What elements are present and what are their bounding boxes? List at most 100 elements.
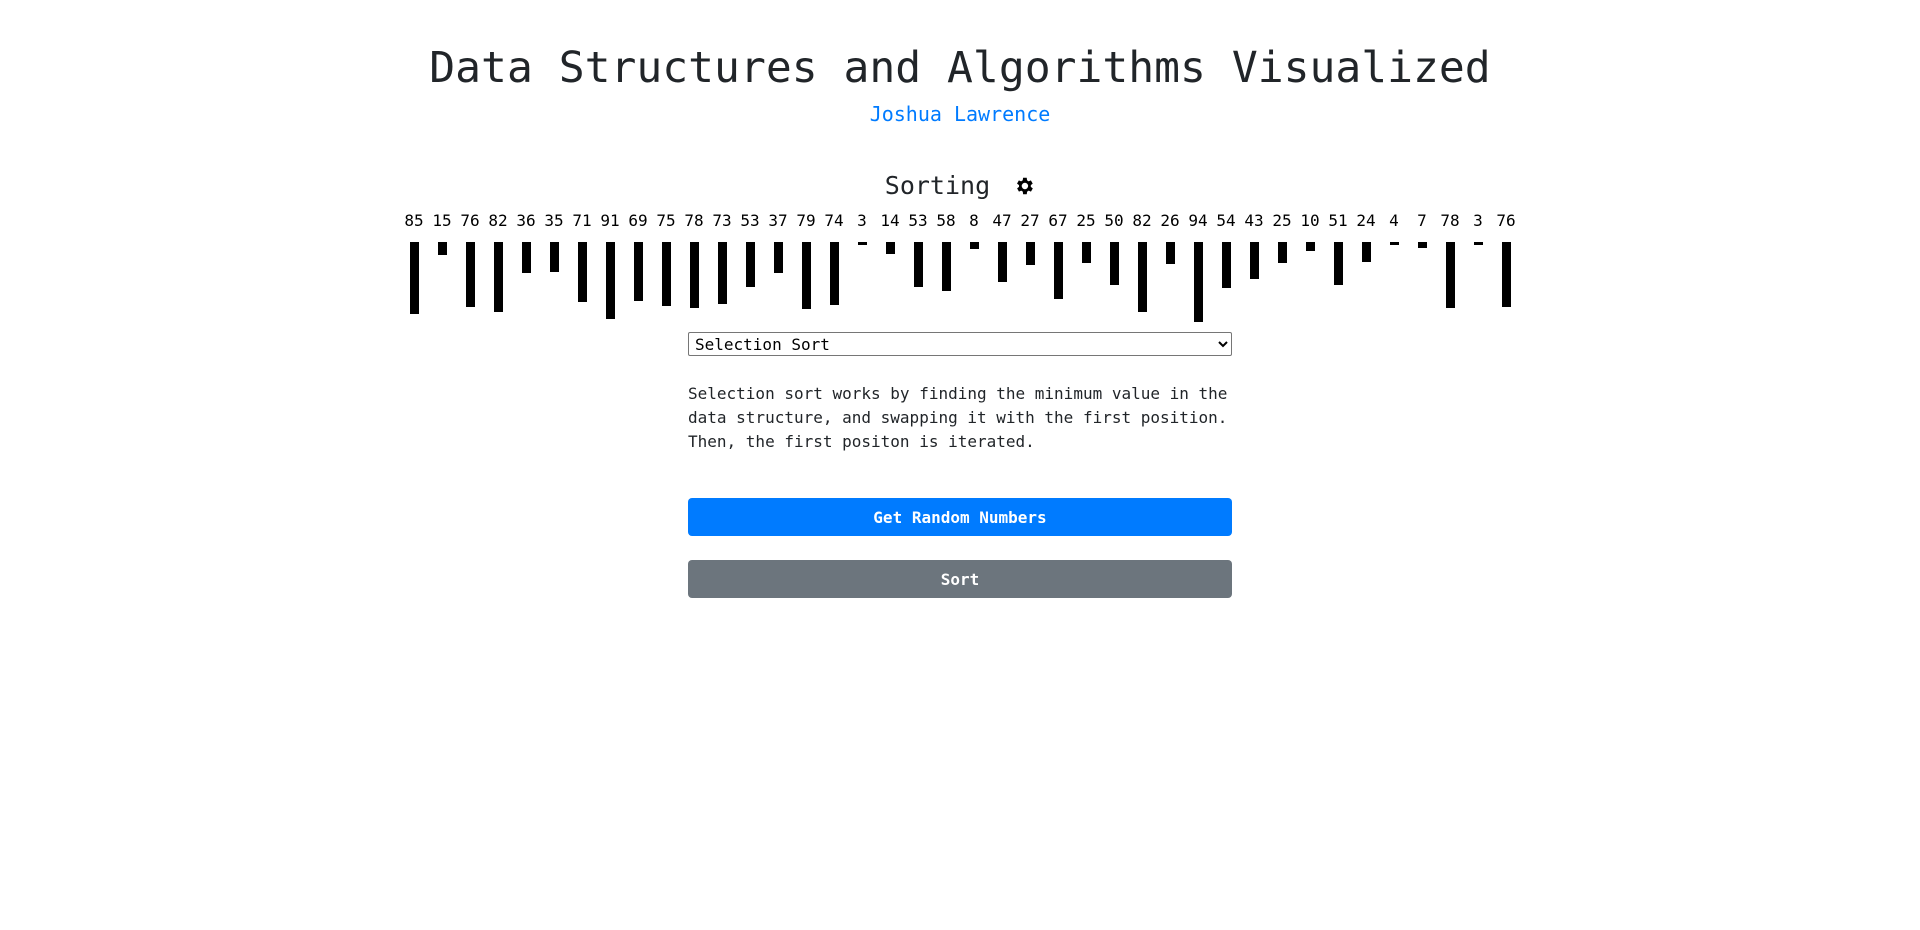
number-column: 78 bbox=[1436, 210, 1464, 308]
number-label: 43 bbox=[1244, 211, 1264, 230]
number-column: 15 bbox=[428, 210, 456, 255]
number-column: 51 bbox=[1324, 210, 1352, 285]
value-bar bbox=[969, 242, 979, 249]
number-label: 35 bbox=[544, 211, 564, 230]
number-label: 82 bbox=[488, 211, 508, 230]
number-label: 27 bbox=[1020, 211, 1040, 230]
number-column: 26 bbox=[1156, 210, 1184, 264]
number-column: 43 bbox=[1240, 210, 1268, 279]
value-bar bbox=[1361, 242, 1371, 262]
number-label: 14 bbox=[880, 211, 900, 230]
number-column: 82 bbox=[1128, 210, 1156, 312]
value-bar bbox=[1473, 242, 1483, 245]
number-column: 82 bbox=[484, 210, 512, 312]
get-random-numbers-button[interactable]: Get Random Numbers bbox=[688, 498, 1232, 536]
value-bar bbox=[633, 242, 643, 301]
value-bar bbox=[1333, 242, 1343, 285]
number-label: 82 bbox=[1132, 211, 1152, 230]
value-bar bbox=[549, 242, 559, 272]
number-column: 24 bbox=[1352, 210, 1380, 262]
algorithm-description: Selection sort works by finding the mini… bbox=[688, 384, 1228, 451]
number-label: 76 bbox=[460, 211, 480, 230]
number-label: 51 bbox=[1328, 211, 1348, 230]
number-column: 85 bbox=[400, 210, 428, 314]
number-column: 27 bbox=[1016, 210, 1044, 265]
page: Data Structures and Algorithms Visualize… bbox=[0, 0, 1920, 930]
number-column: 73 bbox=[708, 210, 736, 304]
number-label: 53 bbox=[740, 211, 760, 230]
value-bar bbox=[829, 242, 839, 305]
author-link[interactable]: Joshua Lawrence bbox=[870, 102, 1051, 126]
value-bar bbox=[1137, 242, 1147, 312]
value-bar bbox=[1389, 242, 1399, 245]
number-label: 50 bbox=[1104, 211, 1124, 230]
value-bar bbox=[885, 242, 895, 254]
number-label: 76 bbox=[1496, 211, 1516, 230]
value-bar bbox=[689, 242, 699, 308]
number-label: 85 bbox=[404, 211, 424, 230]
number-column: 67 bbox=[1044, 210, 1072, 299]
page-title: Data Structures and Algorithms Visualize… bbox=[429, 43, 1491, 93]
number-label: 91 bbox=[600, 211, 620, 230]
number-label: 79 bbox=[796, 211, 816, 230]
number-column: 14 bbox=[876, 210, 904, 254]
section-title: Sorting bbox=[884, 171, 991, 200]
number-column: 8 bbox=[960, 210, 988, 249]
number-column: 37 bbox=[764, 210, 792, 273]
number-label: 71 bbox=[572, 211, 592, 230]
number-label: 69 bbox=[628, 211, 648, 230]
value-bar bbox=[409, 242, 419, 314]
number-column: 47 bbox=[988, 210, 1016, 282]
value-bar bbox=[661, 242, 671, 306]
number-label: 7 bbox=[1417, 211, 1427, 230]
value-bar bbox=[1249, 242, 1259, 279]
value-bar bbox=[1025, 242, 1035, 265]
section-heading: Sorting bbox=[0, 170, 1920, 202]
value-bar bbox=[1053, 242, 1063, 299]
value-bar bbox=[1277, 242, 1287, 263]
number-column: 75 bbox=[652, 210, 680, 306]
value-bar bbox=[717, 242, 727, 304]
number-label: 78 bbox=[684, 211, 704, 230]
number-label: 4 bbox=[1389, 211, 1399, 230]
number-column: 74 bbox=[820, 210, 848, 305]
value-bar bbox=[1193, 242, 1203, 322]
value-bar bbox=[857, 242, 867, 245]
number-label: 37 bbox=[768, 211, 788, 230]
number-column: 76 bbox=[1492, 210, 1520, 307]
value-bar bbox=[1109, 242, 1119, 285]
number-column: 76 bbox=[456, 210, 484, 307]
number-column: 7 bbox=[1408, 210, 1436, 248]
number-label: 15 bbox=[432, 211, 452, 230]
number-label: 94 bbox=[1188, 211, 1208, 230]
number-column: 36 bbox=[512, 210, 540, 273]
number-column: 91 bbox=[596, 210, 624, 319]
number-column: 54 bbox=[1212, 210, 1240, 288]
number-label: 36 bbox=[516, 211, 536, 230]
controls: Selection Sort Selection sort works by f… bbox=[688, 332, 1232, 598]
number-label: 24 bbox=[1356, 211, 1376, 230]
number-label: 25 bbox=[1076, 211, 1096, 230]
number-column: 79 bbox=[792, 210, 820, 309]
number-label: 3 bbox=[1473, 211, 1483, 230]
gear-icon[interactable] bbox=[1013, 173, 1035, 195]
algorithm-select[interactable]: Selection Sort bbox=[688, 332, 1232, 356]
number-column: 10 bbox=[1296, 210, 1324, 251]
value-bar bbox=[577, 242, 587, 302]
value-bar bbox=[1417, 242, 1427, 248]
number-label: 78 bbox=[1440, 211, 1460, 230]
value-bar bbox=[773, 242, 783, 273]
value-bar bbox=[745, 242, 755, 287]
sorting-visualization: 85 15 76 82 36 35 71 91 69 75 78 73 53 37 79 74 3 14 53 58 8… bbox=[400, 210, 1520, 322]
number-label: 25 bbox=[1272, 211, 1292, 230]
number-column: 25 bbox=[1072, 210, 1100, 263]
number-column: 53 bbox=[904, 210, 932, 287]
number-column: 69 bbox=[624, 210, 652, 301]
number-label: 67 bbox=[1048, 211, 1068, 230]
value-bar bbox=[493, 242, 503, 312]
sort-button[interactable]: Sort bbox=[688, 560, 1232, 598]
value-bar bbox=[913, 242, 923, 287]
number-label: 8 bbox=[969, 211, 979, 230]
number-column: 53 bbox=[736, 210, 764, 287]
number-column: 71 bbox=[568, 210, 596, 302]
